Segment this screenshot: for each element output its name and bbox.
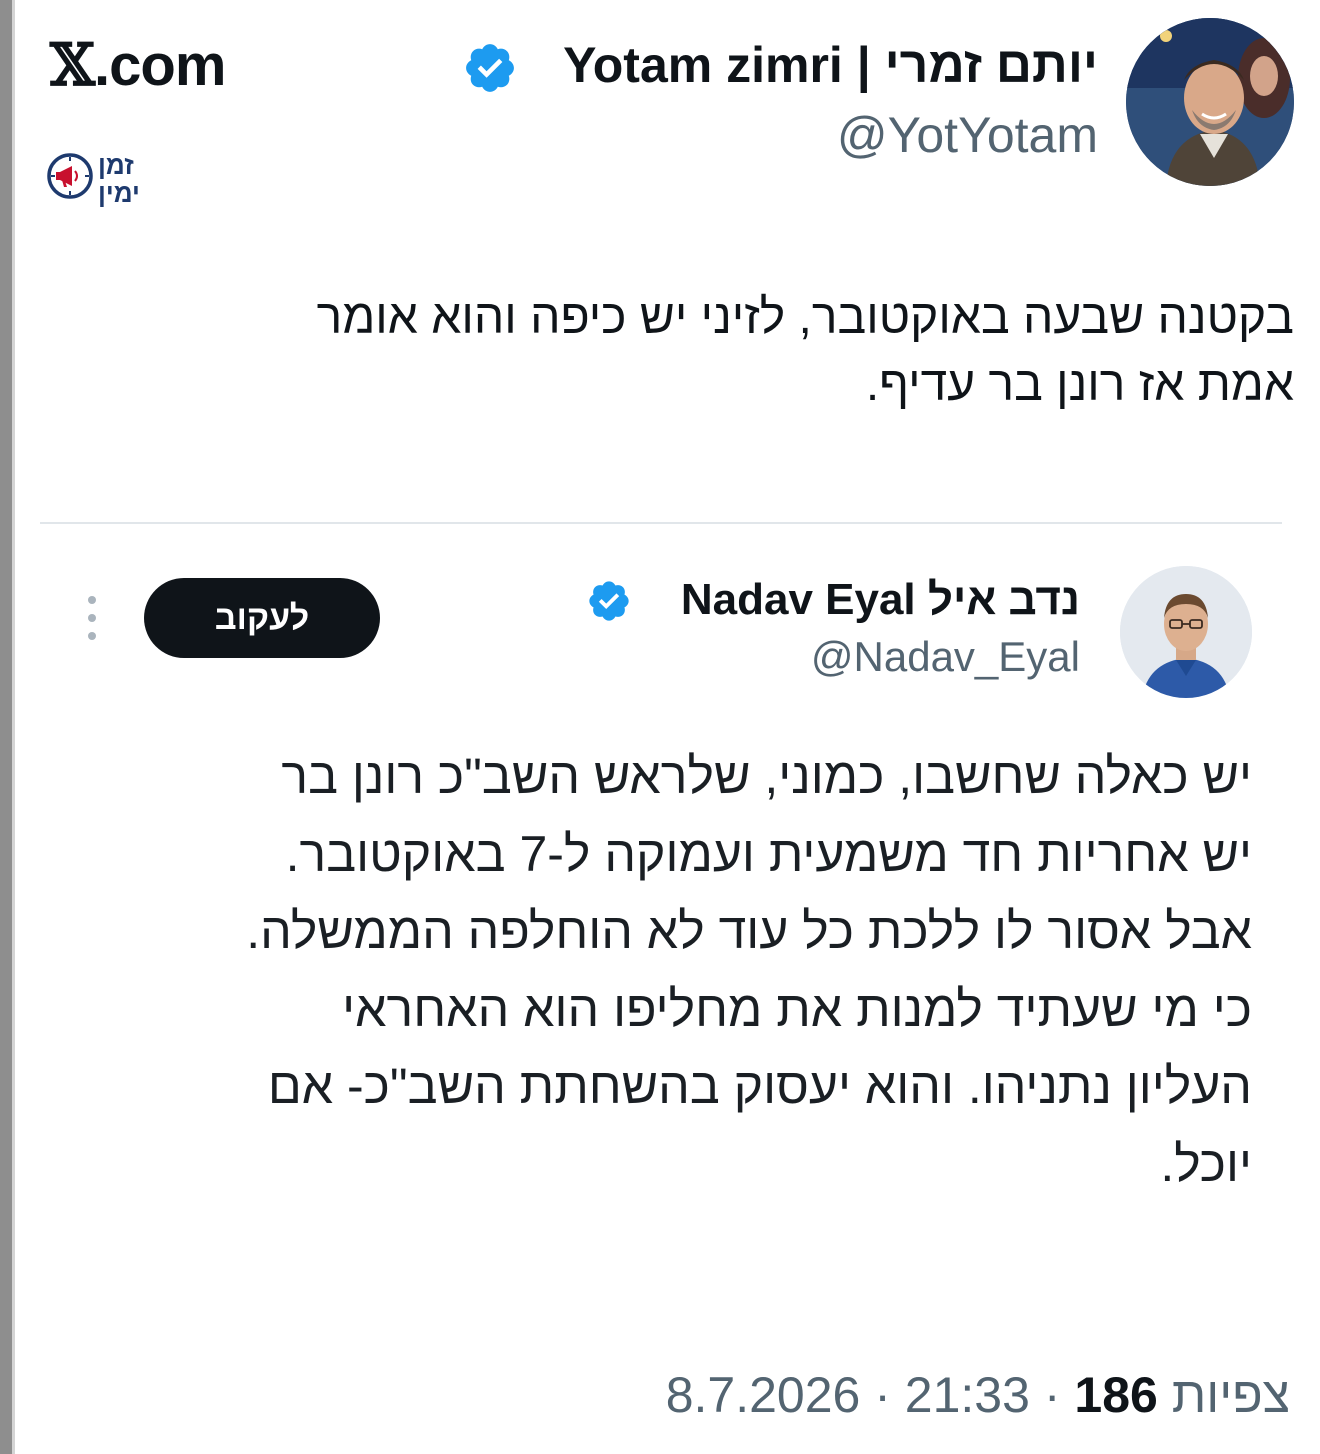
quoted-author-name[interactable]: נדב איל Nadav Eyal (681, 575, 1080, 624)
quoted-text-line: אבל אסור לו ללכת כל עוד לא הוחלפה הממשלה… (246, 903, 1252, 959)
quoted-verified-badge-icon (589, 581, 629, 621)
quoted-text-line: יוכל. (1160, 1135, 1252, 1192)
more-dot (88, 632, 96, 640)
tweet-text-line: אמת אז רונן בר עדיף. (865, 358, 1294, 412)
channel-logo-word-1: זמן (98, 150, 134, 180)
quoted-author-avatar[interactable] (1120, 566, 1252, 698)
author-handle[interactable]: @YotYotam (837, 108, 1098, 163)
tweet-date[interactable]: 8.7.2026 (666, 1367, 861, 1423)
site-logo: 𝕏.com (50, 33, 226, 98)
quoted-text-line: יש כאלה שחשבו, כמוני, שלראש השב"כ רונן ב… (281, 748, 1252, 804)
verified-badge-icon (466, 44, 514, 92)
more-options-icon[interactable] (84, 596, 100, 640)
left-frame-bar (0, 0, 12, 1454)
site-logo-text: .com (94, 33, 226, 98)
tweet-text-line: בקטנה שבעה באוקטובר, לזיני יש כיפה והוא … (316, 291, 1294, 344)
author-name[interactable]: יותם זמרי | Yotam zimri (563, 38, 1098, 93)
author-avatar[interactable] (1126, 18, 1294, 186)
tweet-time[interactable]: 21:33 (905, 1367, 1030, 1423)
clock-megaphone-icon (47, 153, 93, 199)
quoted-author-avatar-image (1120, 566, 1252, 698)
divider (40, 522, 1282, 524)
channel-logo: זמן ימין (46, 148, 176, 218)
views-count[interactable]: 186 (1074, 1367, 1157, 1423)
quoted-text-line: יש אחריות חד משמעית ועמוקה ל-7 באוקטובר. (285, 825, 1252, 882)
quoted-author-handle[interactable]: @Nadav_Eyal (811, 633, 1080, 680)
author-avatar-image (1126, 18, 1294, 186)
quoted-tweet-text: יש כאלה שחשבו, כמוני, שלראש השב"כ רונן ב… (72, 738, 1252, 1203)
left-frame-bar-inner (12, 0, 15, 1454)
views-label: צפיות (1171, 1367, 1290, 1423)
meta-separator: · (1043, 1367, 1061, 1423)
quoted-text-line: העליון נתניהו. והוא יעסוק בהשחתת השב"כ- … (267, 1058, 1252, 1114)
channel-logo-word-2: ימין (98, 178, 140, 208)
meta-separator: · (874, 1367, 891, 1423)
more-dot (88, 596, 96, 604)
x-logo-icon: 𝕏 (50, 31, 95, 99)
tweet-meta: צפיות 186 · 21:33 · 8.7.2026 (666, 1368, 1290, 1423)
follow-button[interactable]: לעקוב (144, 578, 380, 658)
tweet-text: בקטנה שבעה באוקטובר, לזיני יש כיפה והוא … (64, 284, 1294, 418)
quoted-text-line: כי מי שעתיד למנות את מחליפו הוא האחראי (342, 980, 1252, 1037)
more-dot (88, 614, 96, 622)
